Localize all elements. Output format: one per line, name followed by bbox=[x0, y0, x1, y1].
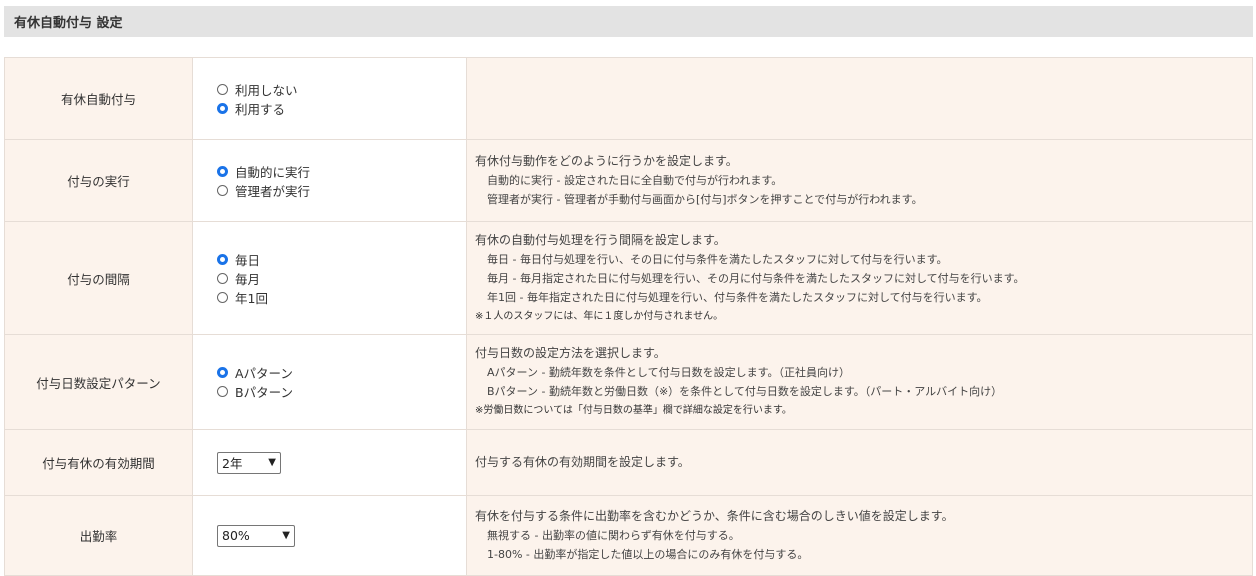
validity-control: 2年 ▼ bbox=[192, 429, 467, 496]
radio-button-checked[interactable] bbox=[217, 253, 228, 265]
radio-group-interval: 毎日 毎月 年1回 bbox=[192, 221, 467, 335]
radio-option-yearly[interactable]: 年1回 bbox=[217, 288, 466, 307]
radio-label: 利用する bbox=[235, 101, 286, 117]
description-detail: Bパターン - 勤続年数と労働日数（※）を条件として付与日数を設定します。（パー… bbox=[487, 385, 1003, 398]
description-text: 有休を付与する条件に出勤率を含むかどうか、条件に含む場合のしきい値を設定します。 bbox=[475, 509, 954, 523]
description-text: 有休の自動付与処理を行う間隔を設定します。 bbox=[475, 232, 726, 247]
radio-button[interactable] bbox=[217, 386, 228, 397]
radio-label: Bパターン bbox=[235, 385, 293, 400]
radio-label: 毎日 bbox=[235, 252, 261, 268]
select-value: 80% bbox=[222, 528, 250, 543]
description-detail: 毎月 - 毎月指定された日に付与処理を行い、その月に付与条件を満たしたスタッフに… bbox=[487, 271, 1025, 285]
chevron-down-icon: ▼ bbox=[268, 457, 276, 468]
description-detail: 無視する - 出勤率の値に関わらず有休を付与する。 bbox=[487, 529, 740, 542]
row-label: 有休自動付与 bbox=[4, 57, 193, 140]
row-label: 付与日数設定パターン bbox=[4, 334, 193, 430]
description-text: 付与日数の設定方法を選択します。 bbox=[475, 346, 666, 360]
description-note: ※１人のスタッフには、年に１度しか付与されません。 bbox=[475, 310, 724, 322]
radio-label: 毎月 bbox=[235, 271, 261, 287]
row-label: 付与の間隔 bbox=[4, 221, 193, 335]
description-text: 付与する有休の有効期間を設定します。 bbox=[475, 455, 690, 469]
row-description: 有休の自動付与処理を行う間隔を設定します。 毎日 - 毎日付与処理を行い、その日… bbox=[466, 221, 1253, 335]
description-detail: 自動的に実行 - 設定された日に全自動で付与が行われます。 bbox=[487, 174, 783, 187]
attendance-control: 80% ▼ bbox=[192, 495, 467, 576]
row-description: 有休を付与する条件に出勤率を含むかどうか、条件に含む場合のしきい値を設定します。… bbox=[466, 495, 1253, 576]
select-value: 2年 bbox=[222, 456, 243, 471]
section-header: 有休自動付与 設定 bbox=[4, 6, 1253, 37]
radio-button-checked[interactable] bbox=[217, 102, 228, 114]
row-validity: 付与有休の有効期間 2年 ▼ 付与する有休の有効期間を設定します。 bbox=[4, 429, 1253, 496]
validity-select[interactable]: 2年 ▼ bbox=[217, 451, 281, 474]
radio-option-use[interactable]: 利用する bbox=[217, 99, 466, 118]
radio-button[interactable] bbox=[217, 184, 228, 196]
section-title: 有休自動付与 設定 bbox=[14, 16, 123, 31]
radio-button[interactable] bbox=[217, 291, 228, 303]
radio-option-monthly[interactable]: 毎月 bbox=[217, 269, 466, 288]
radio-group-execution: 自動的に実行 管理者が実行 bbox=[192, 139, 467, 222]
row-interval: 付与の間隔 毎日 毎月 年1回 有休の自動付与処理を行う間隔を設定します。 毎日… bbox=[4, 221, 1253, 335]
description-detail: 毎日 - 毎日付与処理を行い、その日に付与条件を満たしたスタッフに対して付与を行… bbox=[487, 252, 948, 266]
radio-label: 自動的に実行 bbox=[235, 164, 311, 180]
radio-option-pattern-b[interactable]: Bパターン bbox=[217, 382, 466, 401]
row-pattern: 付与日数設定パターン Aパターン Bパターン 付与日数の設定方法を選択します。 … bbox=[4, 334, 1253, 430]
radio-option-auto[interactable]: 自動的に実行 bbox=[217, 162, 466, 181]
description-text: 有休付与動作をどのように行うかを設定します。 bbox=[475, 154, 738, 168]
row-execution: 付与の実行 自動的に実行 管理者が実行 有休付与動作をどのように行うかを設定しま… bbox=[4, 139, 1253, 222]
radio-group-auto-grant: 利用しない 利用する bbox=[192, 57, 467, 140]
description-detail: Aパターン - 勤続年数を条件として付与日数を設定します。（正社員向け） bbox=[487, 366, 851, 379]
row-label: 付与有休の有効期間 bbox=[4, 429, 193, 496]
radio-label: 利用しない bbox=[235, 82, 298, 98]
row-attendance: 出勤率 80% ▼ 有休を付与する条件に出勤率を含むかどうか、条件に含む場合のし… bbox=[4, 495, 1253, 576]
row-description: 付与する有休の有効期間を設定します。 bbox=[466, 429, 1253, 496]
radio-button[interactable] bbox=[217, 83, 228, 95]
radio-option-daily[interactable]: 毎日 bbox=[217, 250, 466, 269]
settings-table: 有休自動付与 利用しない 利用する 付与の実行 自動的に実行 管理者が実行 有休… bbox=[4, 57, 1253, 576]
row-description: 付与日数の設定方法を選択します。 Aパターン - 勤続年数を条件として付与日数を… bbox=[466, 334, 1253, 430]
description-note: ※労働日数については「付与日数の基準」欄で詳細な設定を行います。 bbox=[475, 405, 792, 416]
row-description bbox=[466, 57, 1253, 140]
radio-button-checked[interactable] bbox=[217, 165, 228, 177]
radio-label: 管理者が実行 bbox=[235, 183, 311, 199]
radio-option-pattern-a[interactable]: Aパターン bbox=[217, 363, 466, 382]
chevron-down-icon: ▼ bbox=[282, 530, 290, 541]
radio-button-checked[interactable] bbox=[217, 367, 228, 378]
radio-option-not-use[interactable]: 利用しない bbox=[217, 80, 466, 99]
row-description: 有休付与動作をどのように行うかを設定します。 自動的に実行 - 設定された日に全… bbox=[466, 139, 1253, 222]
radio-label: Aパターン bbox=[235, 366, 293, 381]
row-label: 出勤率 bbox=[4, 495, 193, 576]
description-detail: 1-80% - 出勤率が指定した値以上の場合にのみ有休を付与する。 bbox=[487, 548, 809, 561]
radio-label: 年1回 bbox=[235, 290, 268, 306]
row-auto-grant: 有休自動付与 利用しない 利用する bbox=[4, 57, 1253, 140]
radio-group-pattern: Aパターン Bパターン bbox=[192, 334, 467, 430]
description-detail: 管理者が実行 - 管理者が手動付与画面から[付与]ボタンを押すことで付与が行われ… bbox=[487, 193, 923, 206]
description-detail: 年1回 - 毎年指定された日に付与処理を行い、付与条件を満たしたスタッフに対して… bbox=[487, 290, 988, 304]
row-label: 付与の実行 bbox=[4, 139, 193, 222]
attendance-select[interactable]: 80% ▼ bbox=[217, 524, 295, 547]
radio-option-admin[interactable]: 管理者が実行 bbox=[217, 181, 466, 200]
radio-button[interactable] bbox=[217, 272, 228, 284]
